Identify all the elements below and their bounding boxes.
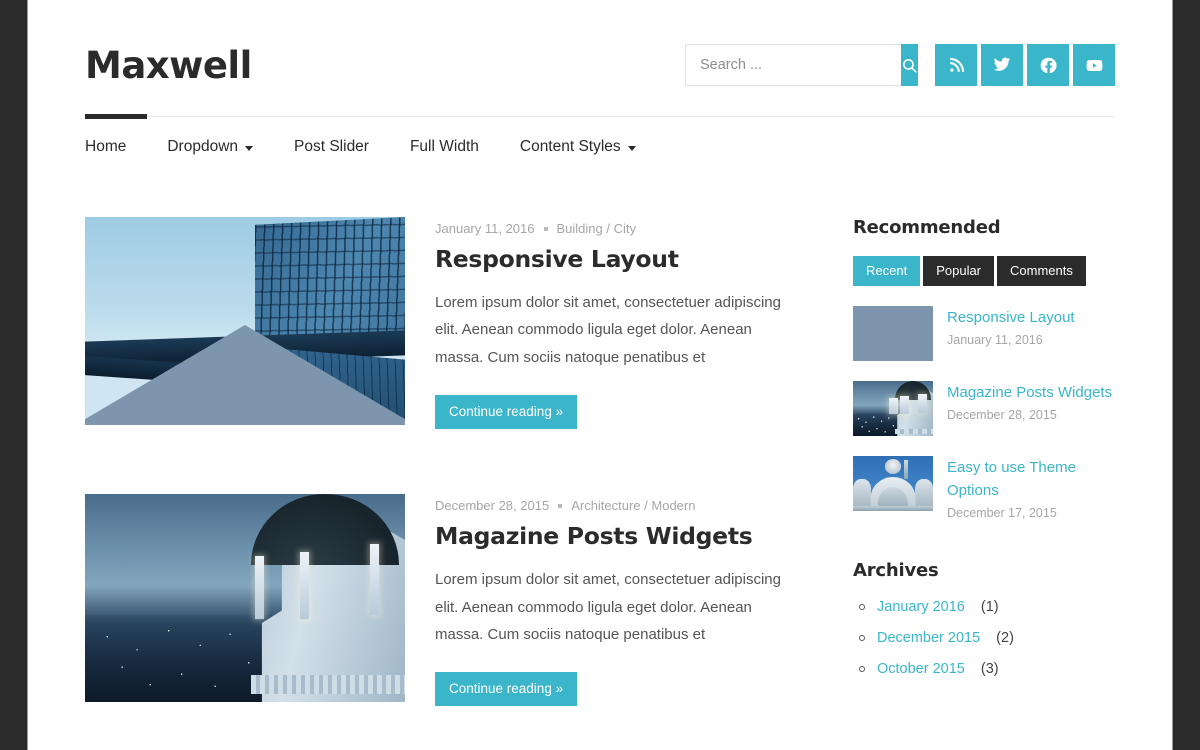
list-item: January 2016 (1) xyxy=(853,599,1115,615)
observatory-image xyxy=(853,381,933,436)
social-link-twitter[interactable] xyxy=(981,44,1023,86)
site-title[interactable]: Maxwell xyxy=(85,47,252,84)
widget-title: Archives xyxy=(853,559,939,581)
archive-count: (2) xyxy=(996,629,1014,646)
continue-reading-button[interactable]: Continue reading » xyxy=(435,672,578,707)
social-link-youtube[interactable] xyxy=(1073,44,1115,86)
post-meta: December 28, 2015 Architecture / Modern xyxy=(435,498,790,513)
post-thumbnail[interactable] xyxy=(85,217,405,425)
nav-item-dropdown[interactable]: Dropdown xyxy=(167,117,254,177)
archives-list: January 2016 (1) December 2015 (2) Octob… xyxy=(853,599,1115,677)
post-body: January 11, 2016 Building / City Respons… xyxy=(435,217,790,430)
list-item: December 2015 (2) xyxy=(853,630,1115,646)
chevron-down-icon xyxy=(245,146,254,151)
page-root: Maxwell Search ... Home Dropdown Post Sl… xyxy=(29,0,1171,750)
nav-label: Full Width xyxy=(409,138,479,155)
list-item: October 2015 (3) xyxy=(853,661,1115,677)
mini-post-title[interactable]: Easy to use Theme Options xyxy=(947,457,1115,503)
archive-count: (1) xyxy=(980,598,999,615)
sidebar: Recommended Recent Popular Comments Resp… xyxy=(853,217,1115,750)
social-link-facebook[interactable] xyxy=(1027,44,1069,86)
nav-label: Dropdown xyxy=(167,138,239,155)
meta-separator xyxy=(558,503,563,508)
main-navigation: Home Dropdown Post Slider Full Width Con… xyxy=(85,114,1115,177)
post-title[interactable]: Responsive Layout xyxy=(435,245,790,273)
mini-post-date: January 11, 2016 xyxy=(947,332,1043,347)
post-categories[interactable]: Building / City xyxy=(557,221,636,236)
nav-item-post-slider[interactable]: Post Slider xyxy=(294,117,369,177)
content-wrapper: January 11, 2016 Building / City Respons… xyxy=(85,177,1115,750)
widget-recommended: Recommended Recent Popular Comments Resp… xyxy=(853,217,1115,520)
mini-post-date: December 28, 2015 xyxy=(947,407,1057,422)
primary-content: January 11, 2016 Building / City Respons… xyxy=(85,217,790,750)
search-form xyxy=(685,44,918,86)
archive-count: (3) xyxy=(980,660,999,677)
search-submit-button[interactable] xyxy=(901,44,918,86)
viewport-frame-right xyxy=(1172,0,1200,750)
search-icon xyxy=(901,57,918,74)
mini-post-title[interactable]: Magazine Posts Widgets xyxy=(947,382,1115,405)
post-body: December 28, 2015 Architecture / Modern … xyxy=(435,494,790,707)
mini-thumbnail[interactable] xyxy=(853,381,933,436)
site-header: Maxwell xyxy=(85,0,1115,116)
mini-post-title[interactable]: Responsive Layout xyxy=(947,307,1115,330)
meta-separator xyxy=(543,226,548,231)
post-excerpt: Lorem ipsum dolor sit amet, consectetuer… xyxy=(435,571,781,643)
social-link-rss[interactable] xyxy=(935,44,977,86)
nav-list: Home Dropdown Post Slider Full Width Con… xyxy=(85,117,1115,177)
skyscraper-image xyxy=(85,217,405,425)
facebook-icon xyxy=(1039,56,1058,75)
bullet-icon xyxy=(859,634,865,641)
mini-thumbnail[interactable] xyxy=(853,456,933,511)
search-input[interactable] xyxy=(685,44,901,86)
nav-label: Home xyxy=(85,138,127,155)
post-meta: January 11, 2016 Building / City xyxy=(435,221,790,236)
nav-item-full-width[interactable]: Full Width xyxy=(410,117,479,177)
post-item: January 11, 2016 Building / City Respons… xyxy=(85,217,790,430)
post-categories[interactable]: Architecture / Modern xyxy=(571,498,695,513)
list-item: Responsive Layout January 11, 2016 xyxy=(853,306,1115,361)
tab-recent[interactable]: Recent xyxy=(853,256,921,286)
continue-reading-button[interactable]: Continue reading » xyxy=(435,395,578,430)
rss-icon xyxy=(948,57,965,74)
observatory-image xyxy=(85,494,405,703)
nav-label: Content Styles xyxy=(519,138,621,155)
archive-link[interactable]: October 2015 xyxy=(877,661,965,677)
mini-text: Easy to use Theme Options December 17, 2… xyxy=(947,456,1115,520)
nav-label: Post Slider xyxy=(294,138,369,155)
mini-text: Magazine Posts Widgets December 28, 2015 xyxy=(947,381,1115,422)
post-title[interactable]: Magazine Posts Widgets xyxy=(435,522,790,550)
twitter-icon xyxy=(993,56,1011,74)
nav-active-indicator xyxy=(85,114,147,119)
nav-item-home[interactable]: Home xyxy=(85,117,126,177)
archive-link[interactable]: December 2015 xyxy=(877,630,980,646)
bullet-icon xyxy=(859,603,865,610)
widget-title: Recommended xyxy=(853,217,1001,238)
baroque-facade-image xyxy=(853,456,933,511)
post-excerpt: Lorem ipsum dolor sit amet, consectetuer… xyxy=(435,294,781,366)
list-item: Easy to use Theme Options December 17, 2… xyxy=(853,456,1115,520)
nav-item-content-styles[interactable]: Content Styles xyxy=(520,117,636,177)
list-item: Magazine Posts Widgets December 28, 2015 xyxy=(853,381,1115,436)
mini-thumbnail[interactable] xyxy=(853,306,933,361)
recommended-tabs: Recent Popular Comments xyxy=(853,256,1115,286)
viewport-frame-left xyxy=(0,0,28,750)
youtube-icon xyxy=(1085,56,1104,75)
archive-link[interactable]: January 2016 xyxy=(877,599,965,615)
mini-post-date: December 17, 2015 xyxy=(947,505,1057,520)
bullet-icon xyxy=(859,665,865,672)
recommended-list: Responsive Layout January 11, 2016 Magaz… xyxy=(853,306,1115,520)
post-date: December 28, 2015 xyxy=(435,498,550,514)
widget-archives: Archives January 2016 (1) December 2015 … xyxy=(853,560,1115,677)
post-thumbnail[interactable] xyxy=(85,494,405,703)
post-item: December 28, 2015 Architecture / Modern … xyxy=(85,494,790,707)
chevron-down-icon xyxy=(627,146,636,151)
tab-comments[interactable]: Comments xyxy=(997,256,1086,286)
social-links xyxy=(935,44,1115,86)
mini-text: Responsive Layout January 11, 2016 xyxy=(947,306,1115,347)
tab-popular[interactable]: Popular xyxy=(923,256,995,286)
skyscraper-image xyxy=(853,306,933,361)
header-right xyxy=(685,44,1115,86)
post-date: January 11, 2016 xyxy=(435,221,535,236)
